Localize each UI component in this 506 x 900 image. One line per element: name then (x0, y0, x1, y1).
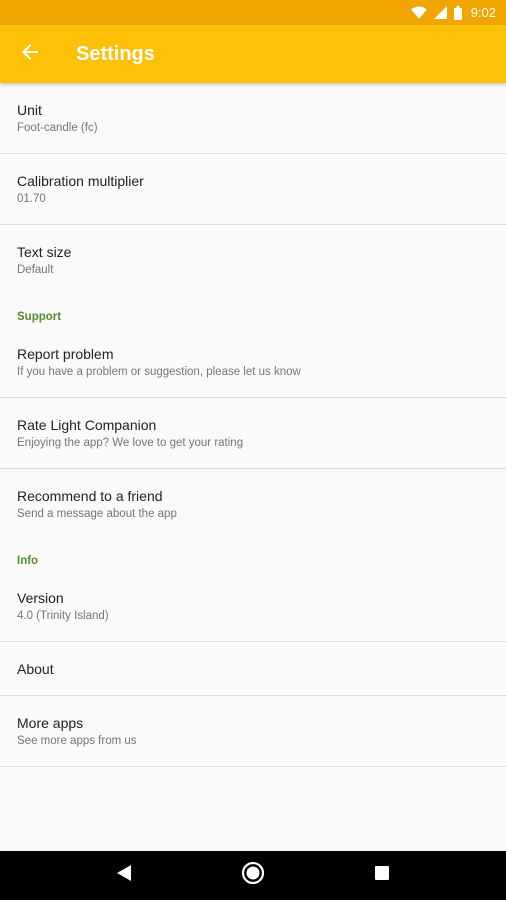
pref-summary: 01.70 (17, 192, 46, 205)
pref-title: Report problem (17, 345, 114, 362)
category-label: Info (17, 555, 39, 567)
pref-version[interactable]: Version 4.0 (Trinity Island) (0, 571, 506, 642)
pref-summary: 4.0 (Trinity Island) (17, 609, 109, 622)
back-button[interactable] (2, 25, 58, 83)
pref-title: More apps (17, 714, 84, 731)
pref-title: Version (17, 589, 64, 606)
pref-text-size[interactable]: Text size Default (0, 225, 506, 296)
pref-title: Recommend to a friend (17, 488, 163, 504)
pref-summary: Foot-candle (fc) (17, 121, 98, 134)
status-bar: 9:02 (0, 0, 506, 25)
nav-back-button[interactable] (100, 852, 148, 900)
pref-title: Text size (17, 244, 72, 260)
battery-icon (453, 5, 462, 20)
category-info: Info (0, 540, 506, 571)
system-nav-bar (0, 851, 506, 900)
pref-recommend-friend[interactable]: Recommend to a friend Send a message abo… (0, 469, 506, 540)
pref-summary: See more apps from us (17, 734, 137, 747)
pref-report-problem[interactable]: Report problem If you have a problem or … (0, 327, 506, 398)
nav-home-button[interactable] (229, 852, 277, 900)
home-circle-icon (241, 861, 265, 890)
recents-square-icon (374, 865, 390, 886)
pref-summary: Send a message about the app (17, 508, 177, 520)
wifi-icon (410, 6, 427, 19)
category-support: Support (0, 296, 506, 327)
pref-about[interactable]: About (0, 642, 506, 696)
page-title: Settings (76, 42, 155, 65)
back-triangle-icon (116, 864, 132, 887)
settings-screen: 9:02 Settings Unit Foot-candle (fc) Cali… (0, 0, 506, 900)
arrow-back-icon (21, 43, 39, 66)
pref-more-apps[interactable]: More apps See more apps from us (0, 696, 506, 767)
pref-title: Rate Light Companion (17, 416, 157, 433)
settings-list: Unit Foot-candle (fc) Calibration multip… (0, 83, 506, 851)
pref-summary: If you have a problem or suggestion, ple… (17, 365, 301, 378)
pref-rate-app[interactable]: Rate Light Companion Enjoying the app? W… (0, 398, 506, 469)
status-time: 9:02 (470, 5, 496, 20)
app-bar: Settings (0, 25, 506, 83)
pref-title: About (17, 660, 54, 677)
category-label: Support (17, 311, 62, 323)
pref-summary: Enjoying the app? We love to get your ra… (17, 436, 244, 449)
nav-recents-button[interactable] (358, 852, 406, 900)
pref-title: Unit (17, 101, 42, 118)
cell-signal-icon (433, 6, 447, 19)
pref-calibration-multiplier[interactable]: Calibration multiplier 01.70 (0, 154, 506, 225)
pref-summary: Default (17, 264, 54, 276)
pref-unit[interactable]: Unit Foot-candle (fc) (0, 83, 506, 154)
pref-title: Calibration multiplier (17, 172, 144, 189)
